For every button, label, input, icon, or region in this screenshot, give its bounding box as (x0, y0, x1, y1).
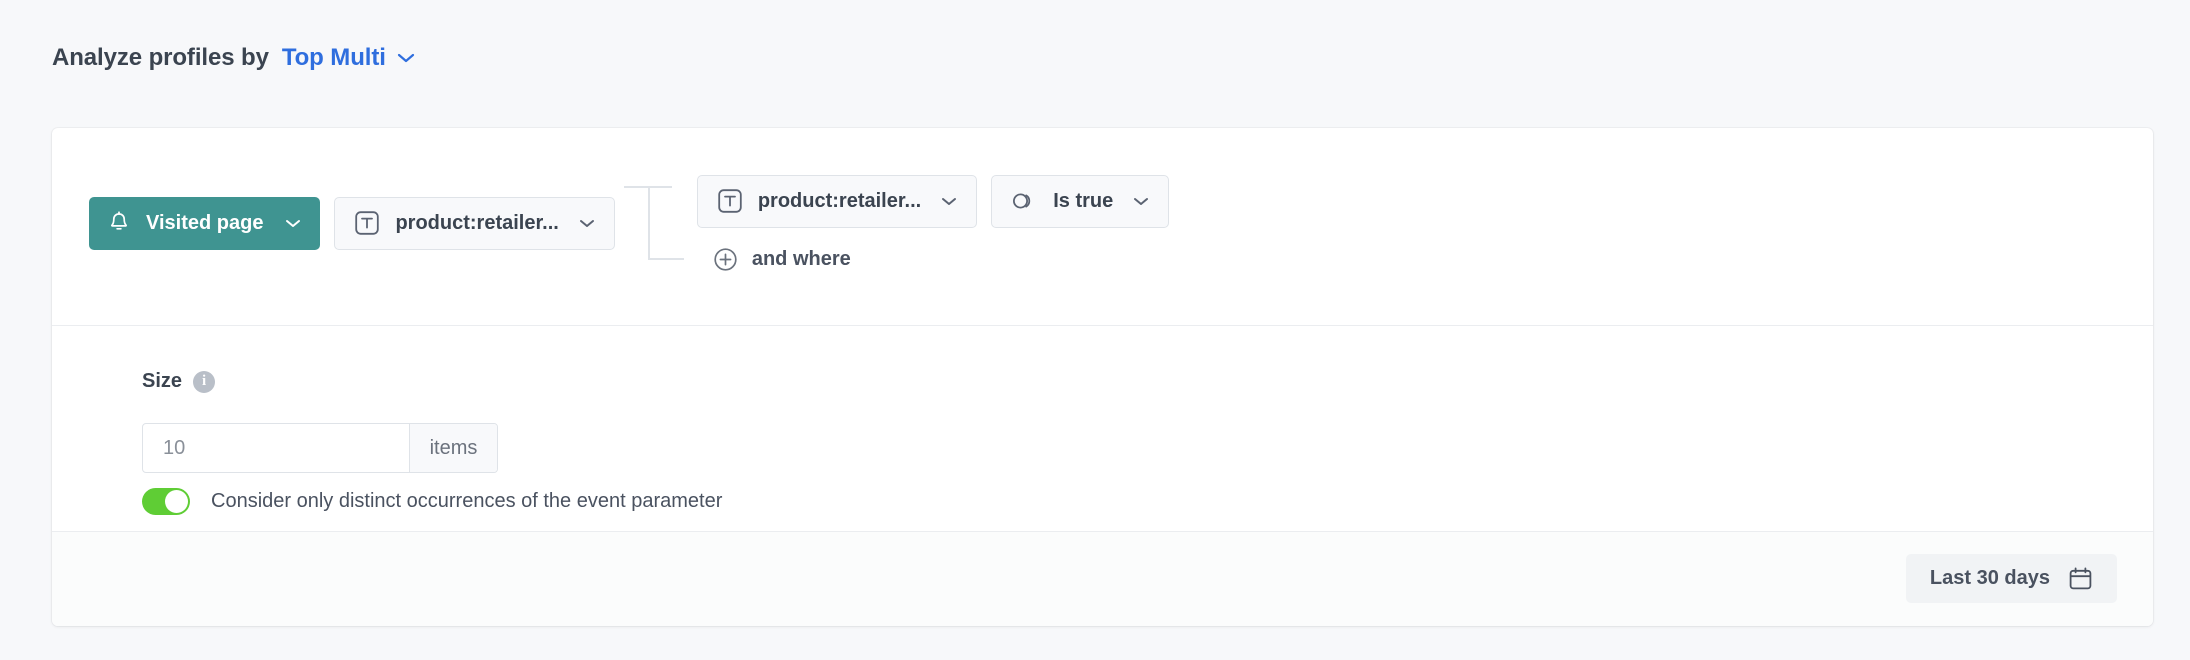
filter-property-chip[interactable]: product:retailer... (697, 175, 977, 228)
text-type-icon (717, 188, 743, 214)
size-unit-label: items (409, 424, 497, 472)
size-section: Size i items Consider only distinct occu… (52, 326, 2153, 533)
size-label: Size (142, 370, 182, 393)
distinct-occurrences-toggle[interactable] (142, 488, 190, 515)
add-condition-button[interactable]: and where (713, 247, 1169, 272)
filter-property-chip-label: product:retailer... (758, 190, 921, 213)
bell-icon (108, 211, 130, 235)
info-icon[interactable]: i (193, 371, 215, 393)
size-input[interactable] (143, 424, 409, 472)
filter-connector (622, 186, 690, 286)
add-condition-label: and where (752, 248, 851, 271)
analysis-type-value: Top Multi (282, 44, 386, 72)
date-range-label: Last 30 days (1930, 567, 2050, 590)
connector-bottom-line (648, 258, 684, 260)
distinct-occurrences-label: Consider only distinct occurrences of th… (211, 490, 722, 513)
calendar-icon (2068, 566, 2093, 591)
query-chip-row: Visited page product:retailer... (89, 160, 1169, 286)
event-chip[interactable]: Visited page (89, 197, 320, 250)
chevron-down-icon (579, 218, 595, 229)
filter-operator-chip[interactable]: Is true (991, 175, 1169, 228)
page-title: Analyze profiles by (52, 44, 269, 72)
filter-row: product:retailer... (697, 175, 1169, 228)
size-label-row: Size i (142, 370, 215, 393)
text-type-icon (354, 210, 380, 236)
page-header: Analyze profiles by Top Multi (52, 44, 415, 72)
filter-operator-chip-label: Is true (1053, 190, 1113, 213)
filter-group: product:retailer... (697, 175, 1169, 272)
toggle-knob (165, 490, 188, 513)
analysis-builder-page: Analyze profiles by Top Multi (0, 0, 2190, 660)
chevron-down-icon (397, 52, 415, 64)
chevron-down-icon (285, 218, 301, 229)
chevron-down-icon (941, 196, 957, 207)
chevron-down-icon (1133, 196, 1149, 207)
connector-vertical-line (648, 186, 650, 260)
distinct-occurrences-row: Consider only distinct occurrences of th… (142, 488, 722, 515)
card-footer: Last 30 days (52, 531, 2153, 626)
boolean-icon (1011, 191, 1038, 211)
size-input-group: items (142, 423, 498, 473)
event-property-chip[interactable]: product:retailer... (334, 197, 614, 250)
plus-circle-icon (713, 247, 738, 272)
event-property-chip-label: product:retailer... (395, 212, 558, 235)
query-section: Visited page product:retailer... (52, 128, 2153, 325)
builder-card: Visited page product:retailer... (52, 128, 2153, 626)
date-range-button[interactable]: Last 30 days (1906, 554, 2117, 603)
analysis-type-select[interactable]: Top Multi (282, 44, 415, 72)
event-chip-label: Visited page (146, 212, 263, 235)
